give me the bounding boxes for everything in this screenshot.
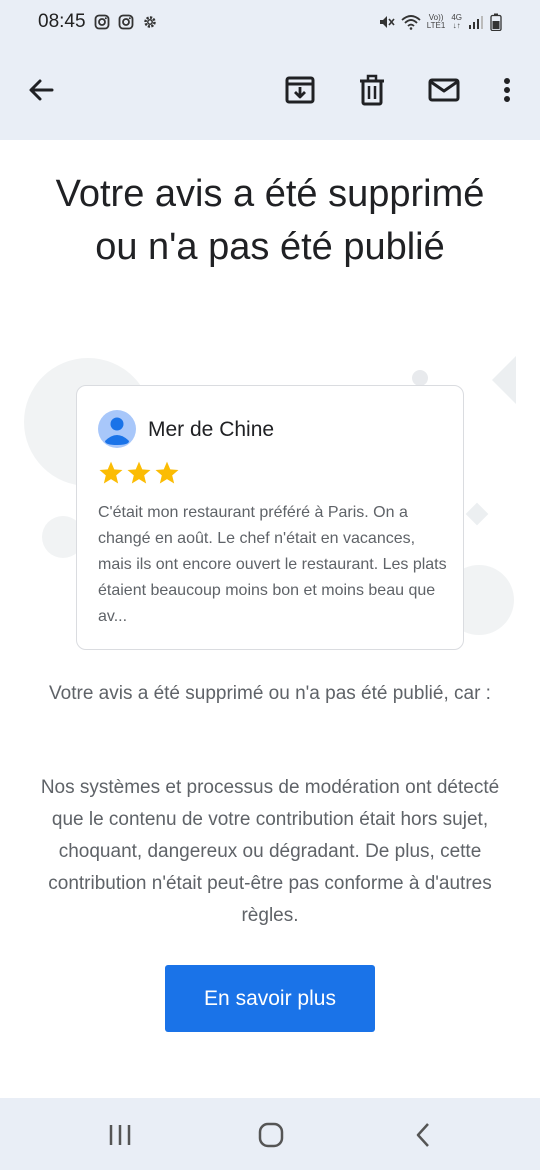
decorative-triangle — [492, 356, 516, 404]
decorative-diamond — [465, 502, 489, 526]
review-card: Mer de Chine C'était mon restaurant préf… — [76, 385, 464, 650]
avatar-icon — [98, 410, 136, 448]
volte-label: Vo)) LTE1 — [426, 13, 446, 30]
system-navigation-bar — [0, 1098, 540, 1170]
decorative-circle — [412, 370, 428, 386]
email-toolbar — [0, 44, 540, 140]
email-body: Votre avis a été supprimé ou n'a pas été… — [0, 140, 540, 1098]
removal-reason-details: Nos systèmes et processus de modération … — [40, 777, 500, 926]
star-icon — [99, 461, 123, 484]
instagram-icon — [118, 14, 133, 30]
more-vert-icon[interactable] — [489, 72, 525, 108]
signal-icon — [469, 16, 483, 29]
battery-icon — [490, 13, 502, 31]
status-bar: 08:45 Vo)) LTE1 4G ↓↑ — [0, 0, 540, 44]
archive-icon[interactable] — [282, 72, 318, 108]
network-type: 4G ↓↑ — [451, 13, 462, 30]
instagram-icon — [94, 14, 109, 30]
review-text: C'était mon restaurant préféré à Paris. … — [98, 504, 447, 625]
wifi-icon — [401, 15, 421, 30]
learn-more-button[interactable]: En savoir plus — [165, 965, 375, 1032]
mark-unread-icon[interactable] — [426, 72, 462, 108]
star-icon — [155, 461, 179, 484]
home-icon[interactable] — [256, 1120, 286, 1150]
star-icon — [127, 461, 151, 484]
back-icon[interactable] — [408, 1120, 438, 1150]
mute-icon — [379, 16, 395, 28]
delete-icon[interactable] — [354, 72, 390, 108]
status-left: 08:45 — [38, 11, 158, 33]
recents-icon[interactable] — [105, 1120, 135, 1150]
email-title: Votre avis a été supprimé ou n'a pas été… — [55, 173, 485, 268]
status-time: 08:45 — [38, 11, 86, 32]
settings-gear-icon — [143, 16, 156, 28]
removal-reason-intro: Votre avis a été supprimé ou n'a pas été… — [49, 683, 491, 704]
status-right: Vo)) LTE1 4G ↓↑ — [377, 13, 502, 31]
place-name: Mer de Chine — [148, 418, 275, 441]
back-arrow-icon[interactable] — [23, 72, 59, 108]
star-rating — [98, 460, 180, 486]
